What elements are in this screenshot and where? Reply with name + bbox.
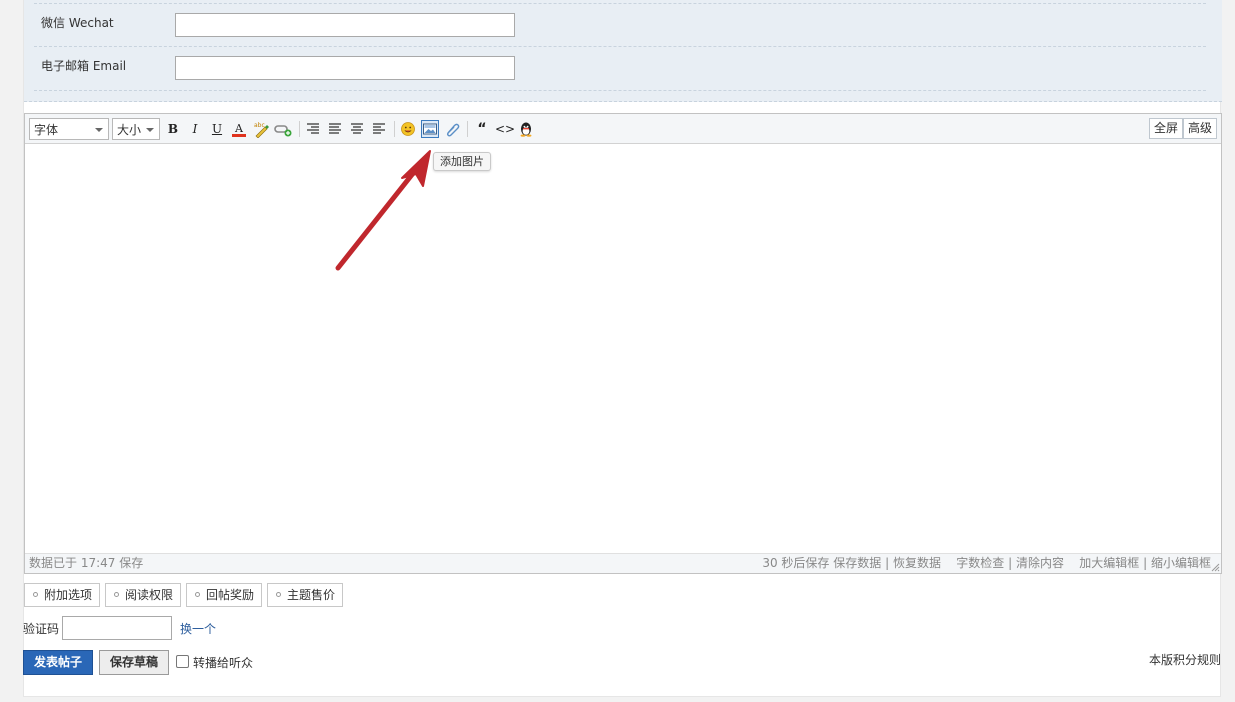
email-input[interactable] xyxy=(175,56,515,80)
toolbar-divider xyxy=(299,121,300,137)
italic-button[interactable]: I xyxy=(186,120,204,138)
font-color-icon: A xyxy=(232,122,246,137)
wechat-input[interactable] xyxy=(175,13,515,37)
bullet-icon xyxy=(195,592,200,597)
save-draft-button[interactable]: 保存草稿 xyxy=(99,650,169,675)
align-left-button[interactable] xyxy=(304,120,322,138)
align-left-icon xyxy=(307,123,319,134)
field-row-wechat: 微信 Wechat xyxy=(34,3,1206,47)
bullet-icon xyxy=(33,592,38,597)
highlight-pen-icon: abc xyxy=(254,122,269,139)
link-add-icon xyxy=(274,125,292,137)
chevron-down-icon xyxy=(146,128,154,132)
tab-extra-options[interactable]: 附加选项 xyxy=(24,583,101,607)
align-middle-button[interactable] xyxy=(348,120,366,138)
qq-penguin-icon xyxy=(520,122,532,137)
code-button[interactable]: <> xyxy=(495,120,515,138)
align-center-button[interactable] xyxy=(326,120,344,138)
status-divider: | xyxy=(885,556,890,570)
status-actions: 30 秒后保存 保存数据 | 恢复数据 字数检查 | 清除内容 加大编辑框 | … xyxy=(762,554,1211,573)
font-size-select[interactable]: 大小 xyxy=(112,118,160,140)
underline-button[interactable]: U xyxy=(208,120,226,138)
toolbar-divider xyxy=(467,121,468,137)
tab-label: 主题售价 xyxy=(287,588,336,602)
field-label-email: 电子邮箱 Email xyxy=(41,59,127,73)
font-color-glyph: A xyxy=(234,122,244,135)
post-button[interactable]: 发表帖子 xyxy=(23,650,93,675)
status-divider: | xyxy=(1143,556,1148,570)
save-data-link[interactable]: 保存数据 xyxy=(833,556,881,570)
font-size-select-label: 大小 xyxy=(117,123,142,137)
paperclip-icon xyxy=(446,123,460,137)
advanced-mode-button[interactable]: 高级 xyxy=(1182,118,1217,139)
editor-toolbar: 字体 大小 B I U A abc “ <> 全屏 高级 xyxy=(25,114,1221,144)
fullscreen-button[interactable]: 全屏 xyxy=(1148,118,1183,139)
change-captcha-link[interactable]: 换一个 xyxy=(180,620,216,637)
quote-button[interactable]: “ xyxy=(473,120,491,138)
font-color-button[interactable]: A xyxy=(230,120,248,138)
broadcast-checkbox[interactable] xyxy=(176,655,189,668)
field-label-wechat: 微信 Wechat xyxy=(41,16,114,30)
font-family-select[interactable]: 字体 xyxy=(29,118,109,140)
bullet-icon xyxy=(114,592,119,597)
autosave-status: 数据已于 17:47 保存 xyxy=(29,556,144,570)
enlarge-editor-link[interactable]: 加大编辑框 xyxy=(1079,556,1139,570)
status-divider: | xyxy=(1008,556,1013,570)
spellcheck-glyph: abc xyxy=(254,122,265,129)
font-family-select-label: 字体 xyxy=(34,123,59,137)
autosave-countdown: 30 秒后保存 xyxy=(762,556,830,570)
insert-image-tooltip: 添加图片 xyxy=(433,152,491,171)
align-justify-icon xyxy=(329,123,341,134)
align-right-icon xyxy=(373,123,385,134)
chevron-down-icon xyxy=(95,128,103,132)
broadcast-label: 转播给听众 xyxy=(193,656,254,670)
tab-label: 附加选项 xyxy=(44,588,93,602)
captcha-input[interactable] xyxy=(62,616,172,640)
insert-emoji-button[interactable] xyxy=(399,120,417,138)
contact-fields: 微信 Wechat 电子邮箱 Email xyxy=(24,0,1222,102)
tab-label: 阅读权限 xyxy=(125,588,174,602)
spellcheck-button[interactable]: abc xyxy=(252,120,270,139)
restore-data-link[interactable]: 恢复数据 xyxy=(893,556,941,570)
editor-content-area[interactable] xyxy=(25,145,1221,553)
tab-reply-reward[interactable]: 回帖奖励 xyxy=(186,583,263,607)
insert-link-button[interactable] xyxy=(274,120,292,138)
editor-status-bar: 数据已于 17:47 保存 30 秒后保存 保存数据 | 恢复数据 字数检查 |… xyxy=(25,553,1221,573)
image-icon xyxy=(423,123,437,135)
qq-button[interactable] xyxy=(517,120,535,138)
tab-label: 回帖奖励 xyxy=(206,588,255,602)
field-row-email: 电子邮箱 Email xyxy=(34,47,1206,91)
points-rules-link[interactable]: 本版积分规则 xyxy=(1149,651,1221,668)
align-right-button[interactable] xyxy=(370,120,388,138)
smiley-icon xyxy=(401,122,415,136)
clear-content-link[interactable]: 清除内容 xyxy=(1016,556,1064,570)
align-center-icon xyxy=(351,123,363,134)
red-arrow-annotation xyxy=(335,150,431,271)
word-check-link[interactable]: 字数检查 xyxy=(956,556,1004,570)
bullet-icon xyxy=(276,592,281,597)
tab-read-permission[interactable]: 阅读权限 xyxy=(105,583,182,607)
insert-image-button[interactable] xyxy=(421,120,439,138)
rich-text-editor: 字体 大小 B I U A abc “ <> 全屏 高级 数据已于 17:47 … xyxy=(24,113,1222,574)
post-form: 微信 Wechat 电子邮箱 Email 字体 大小 B I U A abc “… xyxy=(23,0,1222,697)
shrink-editor-link[interactable]: 缩小编辑框 xyxy=(1151,556,1211,570)
attachment-button[interactable] xyxy=(443,120,461,138)
resize-grip-icon[interactable] xyxy=(1210,562,1220,572)
tab-topic-price[interactable]: 主题售价 xyxy=(267,583,344,607)
toolbar-divider xyxy=(394,121,395,137)
captcha-label: 验证码 xyxy=(23,622,60,636)
bold-button[interactable]: B xyxy=(164,120,182,138)
